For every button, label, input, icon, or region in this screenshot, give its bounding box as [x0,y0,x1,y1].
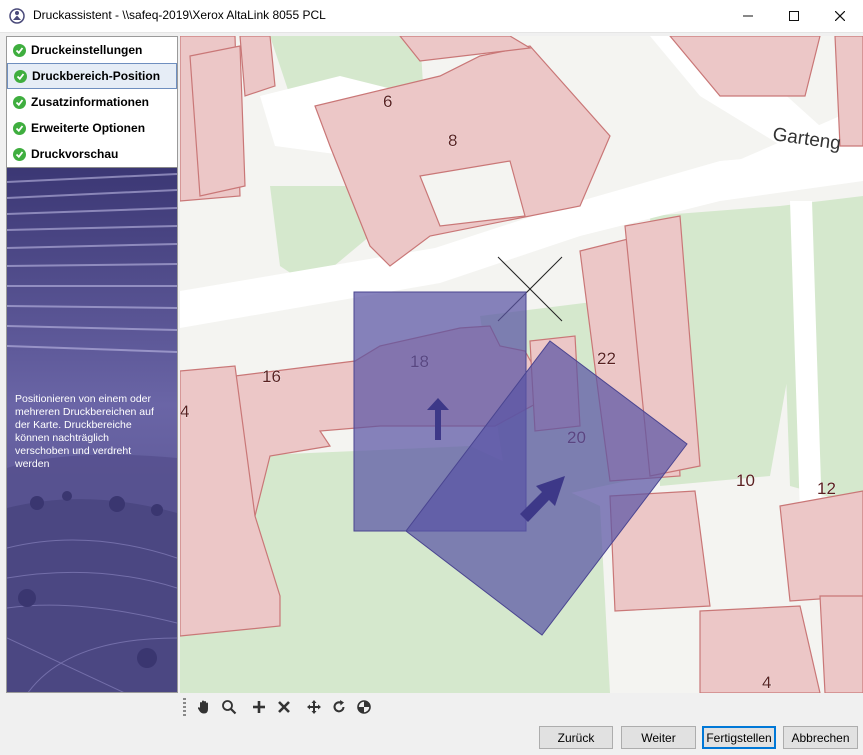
checkmark-icon [14,69,27,83]
step-zusatzinformationen[interactable]: Zusatzinformationen [7,89,177,115]
app-icon [9,8,25,24]
step-label: Zusatzinformationen [31,95,150,109]
step-erweiterte-optionen[interactable]: Erweiterte Optionen [7,115,177,141]
house-number: 4 [762,673,771,692]
house-number: 6 [383,92,392,111]
finish-button[interactable]: Fertigstellen [702,726,776,749]
close-icon [835,11,845,21]
move-icon[interactable] [304,697,324,717]
center-icon[interactable] [354,697,374,717]
add-area-icon[interactable] [249,697,269,717]
map-view[interactable]: 6 8 16 18 22 20 10 12 4 4 Garteng [180,36,863,693]
checkmark-icon [13,121,26,135]
close-button[interactable] [817,0,863,32]
hand-pan-icon[interactable] [194,697,214,717]
rotate-icon[interactable] [329,697,349,717]
step-label: Erweiterte Optionen [31,121,146,135]
title-bar: Druckassistent - \\safeq-2019\Xerox Alta… [0,0,863,33]
checkmark-icon [13,43,26,57]
house-number: 16 [262,367,281,386]
checkmark-icon [13,95,26,109]
next-button[interactable]: Weiter [621,726,696,749]
house-number: 10 [736,471,755,490]
delete-area-icon[interactable] [274,697,294,717]
minimize-icon [743,15,753,17]
wizard-steps: Druckeinstellungen Druckbereich-Position… [7,37,177,168]
step-druckeinstellungen[interactable]: Druckeinstellungen [7,37,177,63]
button-bar: Zurück Weiter Fertigstellen Abbrechen [0,720,863,755]
map-toolbar [180,694,863,720]
step-label: Druckbereich-Position [32,69,161,83]
map-canvas[interactable]: 6 8 16 18 22 20 10 12 4 4 Garteng [180,36,863,693]
toolbar-grip[interactable] [183,698,186,716]
cancel-button[interactable]: Abbrechen [783,726,858,749]
zoom-icon[interactable] [219,697,239,717]
house-number: 4 [180,402,189,421]
house-number: 22 [597,349,616,368]
wizard-sidebar: Druckeinstellungen Druckbereich-Position… [6,36,178,693]
checkmark-icon [13,147,26,161]
step-druckbereich-position[interactable]: Druckbereich-Position [7,63,177,89]
house-number: 8 [448,131,457,150]
sidebar-info-text: Positionieren von einem oder mehreren Dr… [15,393,154,470]
step-label: Druckeinstellungen [31,43,143,57]
step-druckvorschau[interactable]: Druckvorschau [7,141,177,167]
maximize-button[interactable] [771,0,817,32]
step-label: Druckvorschau [31,147,119,161]
window-title: Druckassistent - \\safeq-2019\Xerox Alta… [33,8,326,22]
minimize-button[interactable] [725,0,771,32]
house-number: 12 [817,479,836,498]
maximize-icon [789,11,799,21]
back-button[interactable]: Zurück [539,726,613,749]
